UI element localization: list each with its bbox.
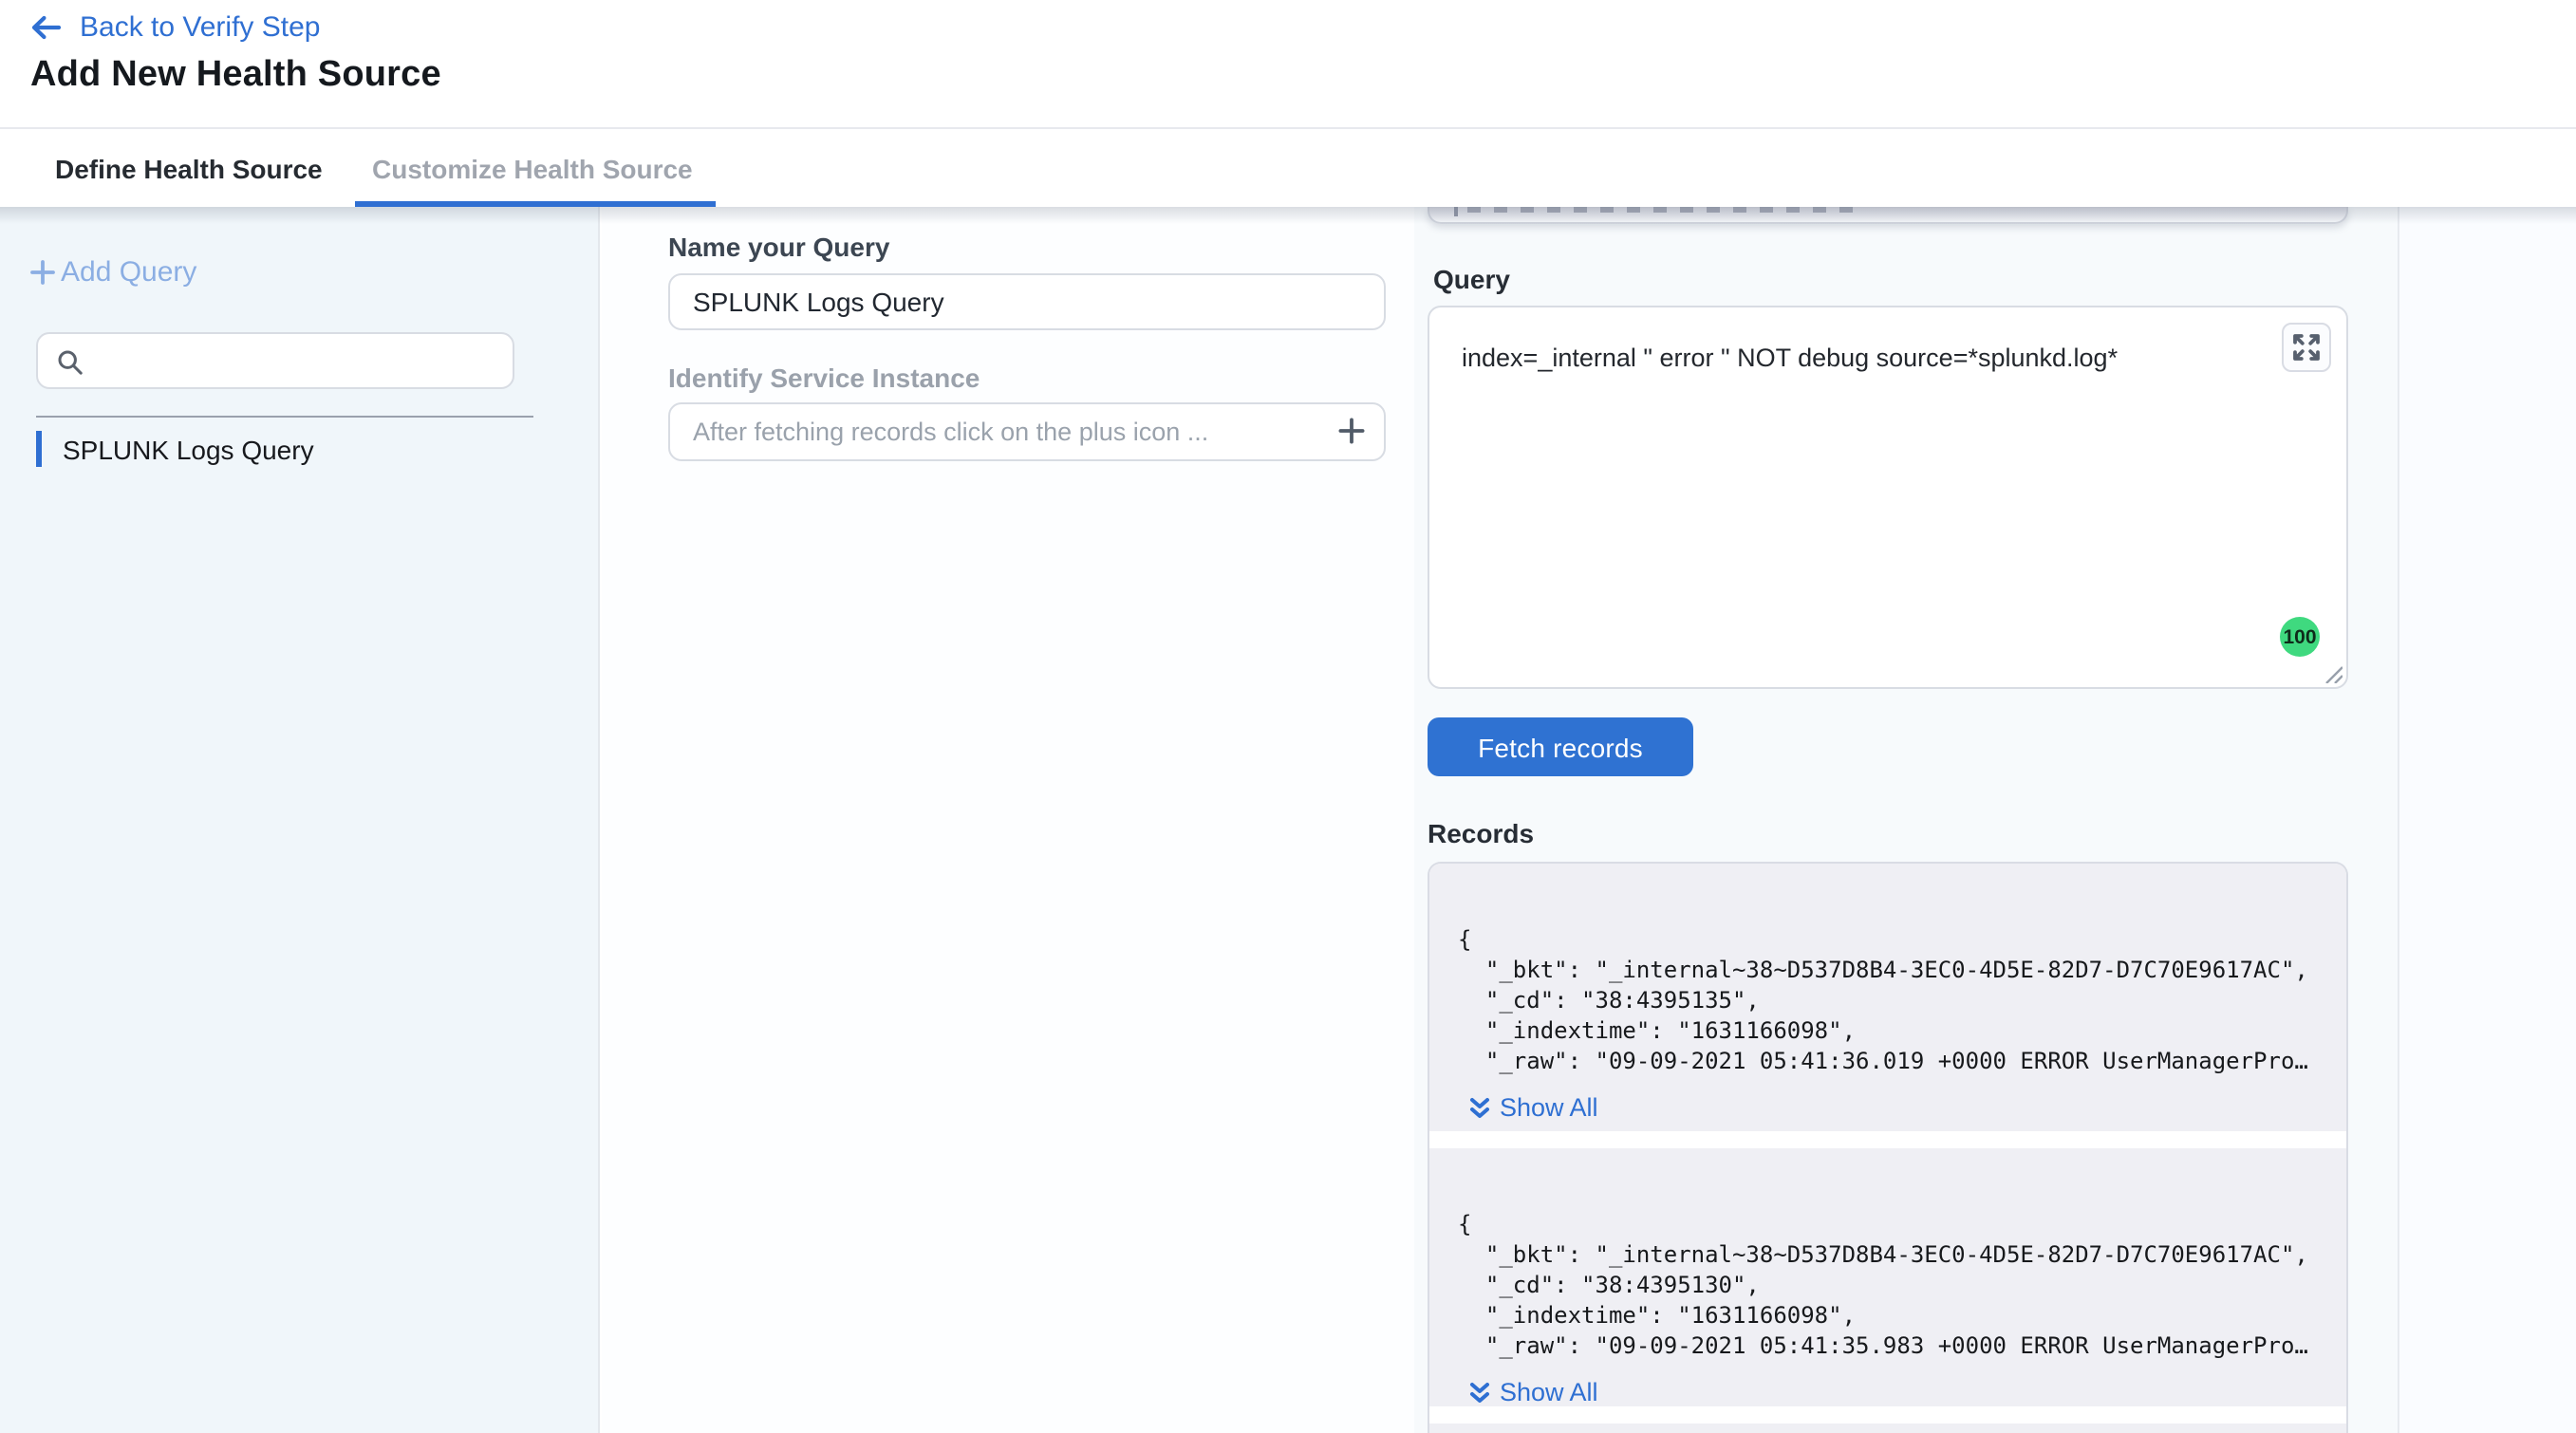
add-query-button[interactable]: Add Query: [30, 256, 196, 288]
query-sidebar: Add Query SPLUNK Logs Query: [0, 207, 600, 1433]
double-chevron-down-icon: [1469, 1096, 1490, 1119]
query-label: Query: [1433, 264, 1510, 294]
add-health-source-page: Back to Verify Step Add New Health Sourc…: [0, 0, 2576, 1433]
active-tab-indicator: [355, 201, 716, 207]
expand-icon: [2293, 334, 2320, 361]
add-query-label: Add Query: [61, 256, 196, 288]
back-link-label: Back to Verify Step: [80, 11, 320, 44]
clipped-text-fragment: [1454, 207, 1457, 216]
add-service-instance-plus-icon[interactable]: [1338, 418, 1365, 444]
page-title: Add New Health Source: [30, 55, 441, 97]
record-json: { "_bkt": "_internal~38~D537D8B4-3EC0-4D…: [1458, 924, 2308, 1076]
identify-service-instance-label: Identify Service Instance: [668, 363, 980, 393]
query-editor: index=_internal " error " NOT debug sour…: [1428, 306, 2348, 689]
tab-bar: Define Health Source Customize Health So…: [0, 129, 2576, 207]
expand-query-button[interactable]: [2282, 323, 2331, 372]
name-your-query-label: Name your Query: [668, 232, 889, 262]
record-card: [1429, 1424, 2346, 1433]
records-container: { "_bkt": "_internal~38~D537D8B4-3EC0-4D…: [1428, 862, 2348, 1433]
show-all-link[interactable]: Show All: [1469, 1378, 1598, 1406]
show-all-label: Show All: [1500, 1378, 1598, 1406]
service-instance-field: [668, 402, 1386, 461]
back-arrow-icon: [30, 15, 61, 40]
double-chevron-down-icon: [1469, 1381, 1490, 1404]
clipped-text-fragment: [1467, 207, 1866, 212]
page-header: Back to Verify Step Add New Health Sourc…: [0, 0, 2576, 129]
back-to-verify-step-link[interactable]: Back to Verify Step: [30, 11, 320, 44]
sidebar-item-splunk-logs-query[interactable]: SPLUNK Logs Query: [36, 431, 314, 467]
selected-item-bar: [36, 431, 42, 467]
fetch-records-button[interactable]: Fetch records: [1428, 717, 1693, 776]
record-card: { "_bkt": "_internal~38~D537D8B4-3EC0-4D…: [1429, 864, 2346, 1131]
clipped-input-above: [1428, 207, 2348, 224]
query-textarea[interactable]: index=_internal " error " NOT debug sour…: [1429, 307, 2346, 687]
right-edge-panel: [2398, 207, 2576, 1433]
sidebar-divider: [36, 416, 533, 418]
record-card: { "_bkt": "_internal~38~D537D8B4-3EC0-4D…: [1429, 1148, 2346, 1406]
records-label: Records: [1428, 818, 1534, 848]
tab-define-health-source[interactable]: Define Health Source: [55, 129, 323, 207]
record-json: { "_bkt": "_internal~38~D537D8B4-3EC0-4D…: [1458, 1209, 2308, 1361]
query-item-label: SPLUNK Logs Query: [63, 434, 314, 464]
character-count-badge: 100: [2280, 617, 2320, 657]
show-all-link[interactable]: Show All: [1469, 1093, 1598, 1122]
show-all-label: Show All: [1500, 1093, 1598, 1122]
plus-icon: [30, 260, 55, 285]
service-instance-input[interactable]: [668, 402, 1386, 461]
query-name-input[interactable]: [668, 273, 1386, 330]
textarea-resize-handle[interactable]: [2323, 663, 2342, 682]
query-search-input[interactable]: [95, 336, 511, 389]
tab-customize-health-source[interactable]: Customize Health Source: [372, 129, 693, 207]
query-search-box: [36, 332, 514, 389]
